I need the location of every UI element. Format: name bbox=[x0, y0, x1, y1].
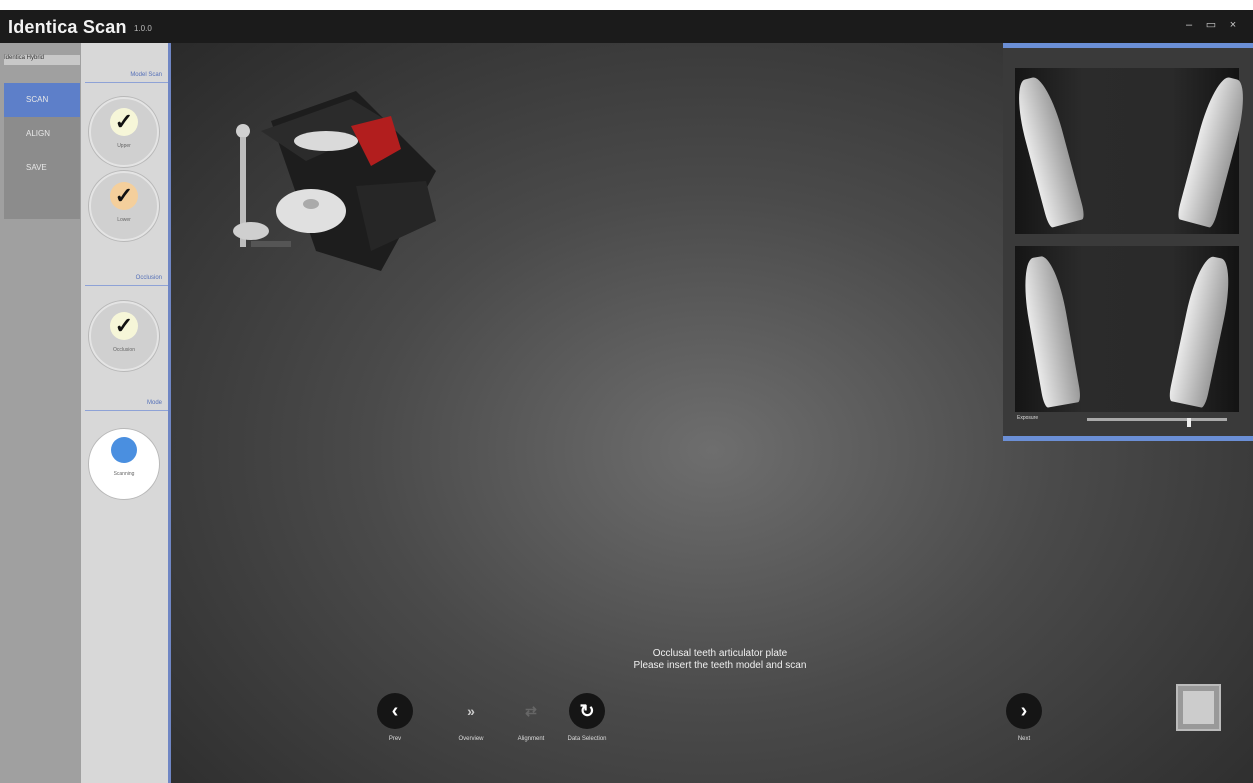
left-nav: Identica Hybrid SCAN ALIGN SAVE bbox=[0, 43, 81, 783]
camera-preview-panel: Exposure bbox=[1003, 43, 1253, 441]
app-window: Identica Scan 1.0.0 – ▭ × Identica Hybri… bbox=[0, 0, 1253, 783]
step-upper[interactable]: ✓ Upper bbox=[89, 97, 159, 167]
nav-item-scan[interactable]: SCAN bbox=[4, 83, 80, 117]
next-label: Next bbox=[1017, 736, 1031, 742]
step-label: Upper bbox=[117, 143, 131, 149]
step-scanning[interactable]: Scanning bbox=[89, 429, 159, 499]
section-model-scan: Model Scan bbox=[130, 72, 162, 78]
nav-item-align[interactable]: ALIGN bbox=[4, 117, 80, 151]
chevron-right-icon: › bbox=[1006, 693, 1042, 729]
articulator-image bbox=[233, 91, 436, 271]
camera-view-top bbox=[1010, 68, 1252, 234]
app-version: 1.0.0 bbox=[134, 24, 152, 33]
nav-item-save[interactable]: SAVE bbox=[4, 151, 80, 185]
check-icon: ✓ bbox=[110, 182, 138, 210]
exposure-label: Exposure bbox=[1017, 415, 1039, 421]
step-label: Occlusion bbox=[113, 347, 135, 353]
nav-header: Identica Hybrid bbox=[4, 55, 80, 65]
section-occlusion: Occlusion bbox=[135, 275, 162, 281]
data-selection-label: Data Selection bbox=[567, 736, 607, 742]
maximize-button[interactable]: ▭ bbox=[1205, 19, 1217, 31]
window-controls: – ▭ × bbox=[1183, 19, 1239, 31]
alignment-icon: ⇄ bbox=[525, 703, 537, 719]
step-lower[interactable]: ✓ Lower bbox=[89, 171, 159, 241]
nav-item-empty bbox=[4, 185, 80, 219]
data-selection-button[interactable]: ↻ Data Selection bbox=[567, 693, 617, 742]
overview-label: Overview bbox=[458, 736, 484, 742]
section-mode: Mode bbox=[146, 400, 162, 406]
step-panel: Model Scan ✓ Upper ✓ Lower Occlusion ✓ O… bbox=[81, 43, 171, 783]
instruction-line-1: Occlusal teeth articulator plate bbox=[652, 648, 788, 659]
viewport[interactable]: Exposure Occlusal teeth articulator plat… bbox=[171, 43, 1253, 783]
check-icon: ✓ bbox=[110, 312, 138, 340]
exposure-slider-handle[interactable] bbox=[1187, 418, 1191, 427]
instruction-message: Occlusal teeth articulator plate Please … bbox=[570, 648, 870, 672]
exposure-slider[interactable] bbox=[1087, 418, 1227, 427]
prev-label: Prev bbox=[388, 736, 402, 742]
globe-icon bbox=[111, 437, 137, 463]
close-button[interactable]: × bbox=[1227, 19, 1239, 31]
camera-view-bottom bbox=[1015, 246, 1239, 412]
title-bar: Identica Scan 1.0.0 – ▭ × bbox=[0, 10, 1253, 43]
next-button[interactable]: › Next bbox=[1006, 693, 1054, 742]
instruction-line-2: Please insert the teeth model and scan bbox=[633, 660, 807, 671]
app-title: Identica Scan bbox=[8, 17, 127, 37]
prev-button[interactable]: ‹ Prev bbox=[377, 693, 425, 742]
minimize-button[interactable]: – bbox=[1183, 19, 1195, 31]
overview-button[interactable]: » Overview bbox=[453, 693, 501, 742]
step-label: Lower bbox=[117, 217, 131, 223]
chevron-left-icon: ‹ bbox=[377, 693, 413, 729]
step-label: Scanning bbox=[113, 471, 135, 477]
alignment-label: Alignment bbox=[517, 736, 545, 742]
section-divider bbox=[85, 82, 168, 83]
alignment-button[interactable]: ⇄ Alignment bbox=[513, 693, 561, 742]
section-divider bbox=[85, 410, 168, 411]
device-logo bbox=[1176, 684, 1221, 731]
section-divider bbox=[85, 285, 168, 286]
check-icon: ✓ bbox=[110, 108, 138, 136]
refresh-icon: ↻ bbox=[569, 693, 605, 729]
fast-forward-icon: » bbox=[467, 703, 475, 719]
step-occlusion[interactable]: ✓ Occlusion bbox=[89, 301, 159, 371]
exposure-bar: Exposure bbox=[1017, 415, 1239, 427]
